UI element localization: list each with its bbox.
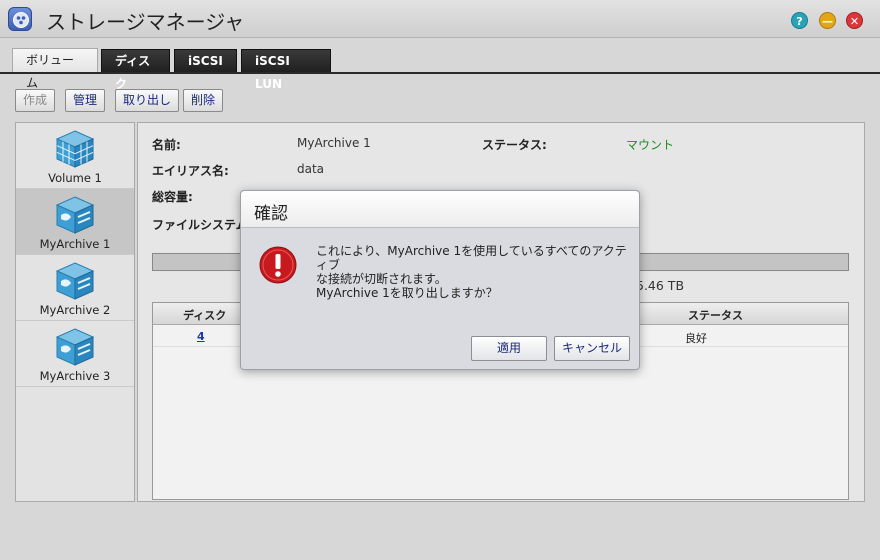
dialog-header: 確認 [241, 191, 639, 228]
dialog-message-line: な接続が切断されます。 [316, 272, 447, 286]
dialog-message-line: MyArchive 1を取り出しますか？ [316, 286, 498, 300]
cancel-button[interactable]: キャンセル [554, 336, 630, 361]
warning-icon [259, 246, 297, 284]
apply-button[interactable]: 適用 [471, 336, 547, 361]
dialog-message-line: これにより、MyArchive 1を使用しているすべてのアクティブ [316, 244, 627, 272]
modal-overlay: 確認 これにより、MyArchive 1を使用しているすべてのアクティブ な接続… [0, 0, 880, 560]
confirm-dialog: 確認 これにより、MyArchive 1を使用しているすべてのアクティブ な接続… [240, 190, 640, 370]
dialog-title: 確認 [254, 204, 288, 224]
dialog-message: これにより、MyArchive 1を使用しているすべてのアクティブ な接続が切断… [316, 244, 631, 300]
